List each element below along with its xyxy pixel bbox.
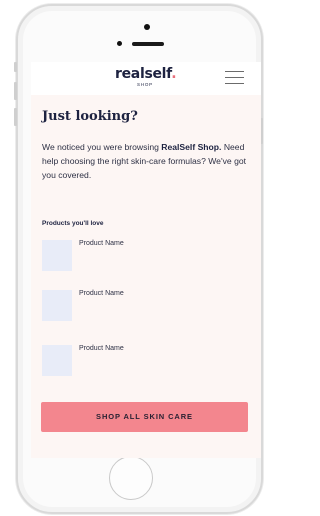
product-item[interactable]: Product Name (42, 345, 242, 377)
product-thumbnail[interactable] (42, 290, 72, 321)
product-item[interactable]: Product Name (42, 240, 242, 272)
hamburger-menu-icon[interactable] (225, 71, 244, 85)
realself-shop-logo[interactable]: realself. SHOP (115, 66, 177, 88)
product-thumbnail[interactable] (42, 345, 72, 376)
page-title: Just looking? (42, 109, 138, 124)
logo-subtitle: SHOP (137, 82, 153, 87)
product-thumbnail[interactable] (42, 240, 72, 271)
intro-brand: RealSelf Shop. (161, 142, 222, 152)
mute-switch (14, 62, 17, 72)
products-section-label: Products you'll love (42, 220, 104, 227)
site-header: realself. SHOP (31, 62, 261, 95)
product-name[interactable]: Product Name (79, 290, 124, 297)
volume-up-button (14, 82, 17, 100)
product-name[interactable]: Product Name (79, 345, 124, 352)
product-item[interactable]: Product Name (42, 290, 242, 322)
front-camera (117, 41, 122, 46)
intro-text: We noticed you were browsing RealSelf Sh… (42, 142, 247, 180)
earpiece-speaker (132, 42, 164, 46)
phone-screen: realself. SHOP Just looking? We noticed … (31, 62, 261, 458)
stage: realself. SHOP Just looking? We noticed … (0, 0, 280, 516)
volume-down-button (14, 108, 17, 126)
logo-wordmark: realself. (115, 66, 177, 82)
top-camera-dot (144, 24, 150, 30)
home-button[interactable] (109, 456, 153, 500)
shop-all-skin-care-button[interactable]: SHOP ALL SKIN CARE (41, 402, 248, 432)
product-name[interactable]: Product Name (79, 240, 124, 247)
